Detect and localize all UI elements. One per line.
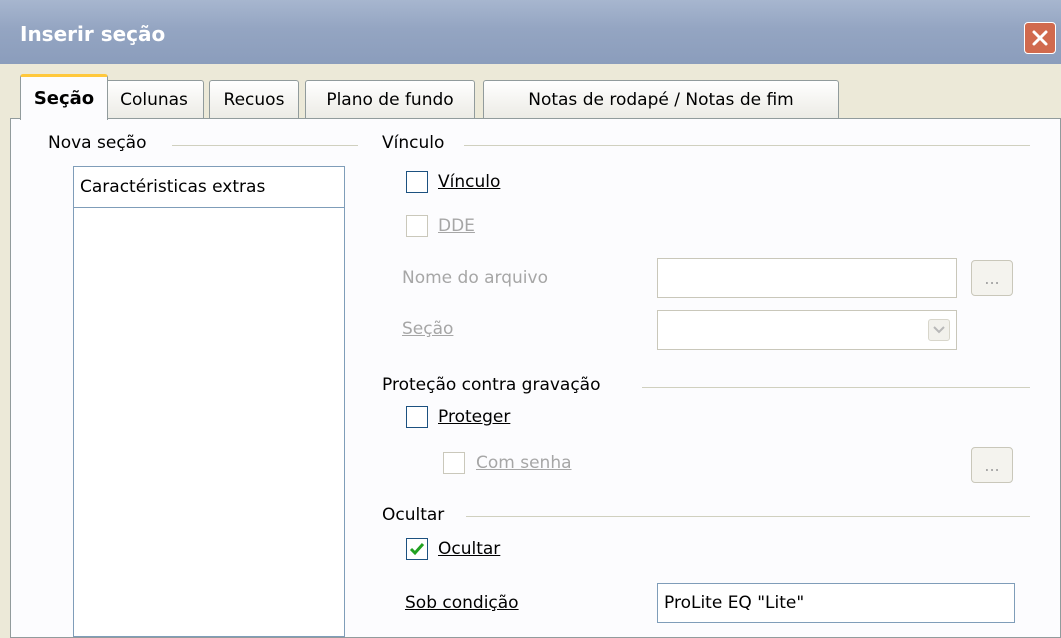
hide-checkbox-label: Ocultar bbox=[438, 539, 501, 559]
filename-label: Nome do arquivo bbox=[402, 268, 548, 288]
dropdown-button[interactable] bbox=[928, 319, 950, 341]
check-icon bbox=[409, 543, 425, 556]
chevron-down-icon bbox=[933, 326, 945, 334]
section-list[interactable] bbox=[73, 207, 345, 637]
link-heading: Vínculo bbox=[382, 133, 445, 153]
section-select-label: Seção bbox=[402, 319, 454, 339]
filename-input[interactable] bbox=[657, 258, 957, 298]
section-name-input[interactable]: Caractéristicas extras bbox=[73, 166, 345, 208]
protect-checkbox-label: Proteger bbox=[438, 407, 511, 427]
password-button-label: ... bbox=[984, 455, 1000, 475]
browse-file-button[interactable]: ... bbox=[971, 260, 1013, 296]
close-button[interactable] bbox=[1024, 22, 1056, 54]
browse-label: ... bbox=[984, 268, 1000, 288]
protect-checkbox[interactable] bbox=[406, 406, 428, 428]
condition-label: Sob condição bbox=[405, 593, 519, 613]
dde-checkbox-label: DDE bbox=[438, 216, 475, 236]
close-icon bbox=[1032, 30, 1048, 46]
section-name-value: Caractéristicas extras bbox=[80, 177, 266, 197]
tab-label: Notas de rodapé / Notas de fim bbox=[528, 89, 794, 110]
write-protection-heading: Proteção contra gravação bbox=[382, 375, 601, 395]
dde-checkbox[interactable] bbox=[406, 215, 428, 237]
link-checkbox-label: Vínculo bbox=[438, 172, 501, 192]
password-checkbox-label: Com senha bbox=[476, 453, 572, 473]
tab-label: Recuos bbox=[223, 89, 285, 110]
condition-value: ProLite EQ "Lite" bbox=[664, 593, 805, 613]
section-select[interactable] bbox=[657, 310, 957, 350]
tab-label: Plano de fundo bbox=[326, 89, 454, 110]
window-title: Inserir seção bbox=[20, 22, 166, 46]
divider bbox=[172, 145, 358, 146]
link-checkbox[interactable] bbox=[406, 171, 428, 193]
new-section-heading: Nova seção bbox=[48, 133, 147, 153]
hide-checkbox[interactable] bbox=[406, 538, 428, 560]
tab-notas-de-rodape[interactable]: Notas de rodapé / Notas de fim bbox=[483, 80, 839, 118]
condition-input[interactable]: ProLite EQ "Lite" bbox=[657, 583, 1015, 623]
tab-colunas[interactable]: Colunas bbox=[104, 80, 204, 118]
tab-secao[interactable]: Seção bbox=[20, 74, 108, 120]
divider bbox=[464, 145, 1030, 146]
password-button[interactable]: ... bbox=[971, 447, 1013, 483]
hide-heading: Ocultar bbox=[382, 505, 445, 525]
tab-recuos[interactable]: Recuos bbox=[209, 80, 299, 118]
divider bbox=[642, 387, 1030, 388]
tab-label: Colunas bbox=[120, 89, 188, 110]
divider bbox=[466, 516, 1030, 517]
password-checkbox[interactable] bbox=[443, 452, 465, 474]
tab-plano-de-fundo[interactable]: Plano de fundo bbox=[305, 80, 475, 118]
tab-label: Seção bbox=[33, 88, 95, 109]
